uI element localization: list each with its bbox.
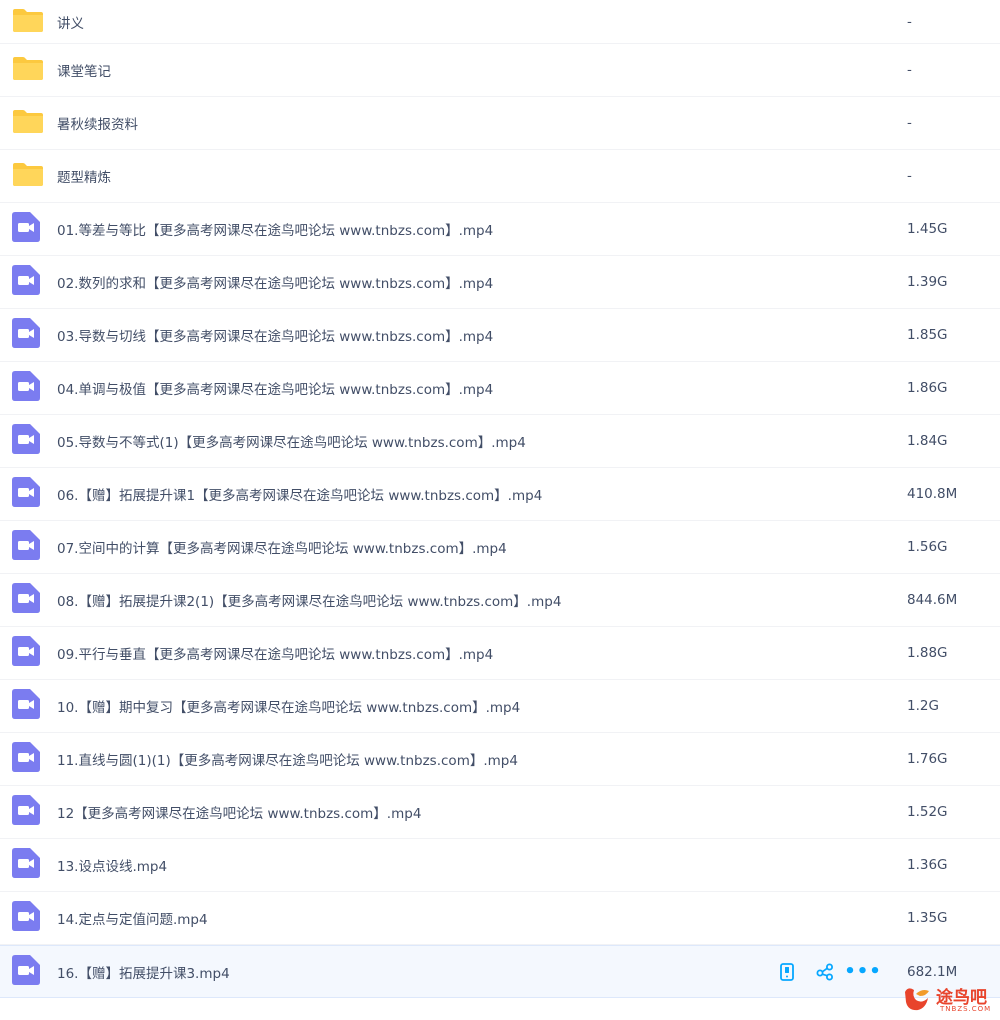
file-row[interactable]: 11.直线与圆(1)(1)【更多高考网课尽在途鸟吧论坛 www.tnbzs.co… [0, 733, 1000, 786]
video-file-icon [12, 795, 40, 829]
file-size: 1.86G [907, 380, 948, 396]
file-size: - [907, 13, 912, 30]
file-list: 讲义 - 课堂笔记 - 暑秋续报资料 - 题型精炼 - 01.等差与等比【更多高考网课尽在途鸟吧… [0, 0, 1000, 998]
file-name[interactable]: 13.设点设线.mp4 [57, 855, 167, 875]
file-size: 1.36G [907, 857, 948, 873]
file-size: 410.8M [907, 486, 958, 502]
file-name[interactable]: 09.平行与垂直【更多高考网课尽在途鸟吧论坛 www.tnbzs.com】.mp… [57, 643, 493, 663]
file-name[interactable]: 讲义 [57, 12, 84, 32]
watermark-subtext: TNBZS.COM [940, 1005, 992, 1013]
file-name[interactable]: 01.等差与等比【更多高考网课尽在途鸟吧论坛 www.tnbzs.com】.mp… [57, 219, 493, 239]
video-file-icon [12, 901, 40, 935]
file-row[interactable]: 16.【赠】拓展提升课3.mp4 ••• 682.1M [0, 945, 1000, 998]
file-row[interactable]: 08.【赠】拓展提升课2(1)【更多高考网课尽在途鸟吧论坛 www.tnbzs.… [0, 574, 1000, 627]
file-size: 1.35G [907, 910, 948, 926]
file-size: 1.45G [907, 221, 948, 237]
watermark-bird-icon [905, 988, 929, 1011]
file-row[interactable]: 12【更多高考网课尽在途鸟吧论坛 www.tnbzs.com】.mp4 1.52G [0, 786, 1000, 839]
file-size: 844.6M [907, 592, 958, 608]
file-name[interactable]: 题型精炼 [57, 166, 111, 186]
file-size: - [907, 115, 912, 131]
video-file-icon [12, 477, 40, 511]
watermark-logo: 途鸟吧 TNBZS.COM [902, 982, 998, 1016]
more-icon[interactable]: ••• [844, 961, 881, 983]
video-file-icon [12, 689, 40, 723]
folder-icon [12, 108, 44, 138]
video-file-icon [12, 371, 40, 405]
file-size: - [907, 168, 912, 184]
file-row[interactable]: 09.平行与垂直【更多高考网课尽在途鸟吧论坛 www.tnbzs.com】.mp… [0, 627, 1000, 680]
video-file-icon [12, 742, 40, 776]
file-name[interactable]: 05.导数与不等式(1)【更多高考网课尽在途鸟吧论坛 www.tnbzs.com… [57, 431, 526, 451]
file-name[interactable]: 02.数列的求和【更多高考网课尽在途鸟吧论坛 www.tnbzs.com】.mp… [57, 272, 493, 292]
file-row[interactable]: 01.等差与等比【更多高考网课尽在途鸟吧论坛 www.tnbzs.com】.mp… [0, 203, 1000, 256]
file-name[interactable]: 08.【赠】拓展提升课2(1)【更多高考网课尽在途鸟吧论坛 www.tnbzs.… [57, 590, 561, 610]
folder-row[interactable]: 题型精炼 - [0, 150, 1000, 203]
video-file-icon [12, 265, 40, 299]
file-size: 1.84G [907, 433, 948, 449]
share-icon[interactable] [814, 961, 836, 983]
file-row[interactable]: 07.空间中的计算【更多高考网课尽在途鸟吧论坛 www.tnbzs.com】.m… [0, 521, 1000, 574]
video-file-icon [12, 424, 40, 458]
file-row[interactable]: 10.【赠】期中复习【更多高考网课尽在途鸟吧论坛 www.tnbzs.com】.… [0, 680, 1000, 733]
phone-icon[interactable] [776, 961, 798, 983]
file-name[interactable]: 12【更多高考网课尽在途鸟吧论坛 www.tnbzs.com】.mp4 [57, 802, 421, 822]
file-row[interactable]: 05.导数与不等式(1)【更多高考网课尽在途鸟吧论坛 www.tnbzs.com… [0, 415, 1000, 468]
folder-icon [12, 161, 44, 191]
video-file-icon [12, 848, 40, 882]
file-size: 1.76G [907, 751, 948, 767]
file-name[interactable]: 14.定点与定值问题.mp4 [57, 908, 208, 928]
file-name[interactable]: 07.空间中的计算【更多高考网课尽在途鸟吧论坛 www.tnbzs.com】.m… [57, 537, 507, 557]
folder-row[interactable]: 暑秋续报资料 - [0, 97, 1000, 150]
video-file-icon [12, 583, 40, 617]
file-row[interactable]: 03.导数与切线【更多高考网课尽在途鸟吧论坛 www.tnbzs.com】.mp… [0, 309, 1000, 362]
video-file-icon [12, 636, 40, 670]
file-row[interactable]: 04.单调与极值【更多高考网课尽在途鸟吧论坛 www.tnbzs.com】.mp… [0, 362, 1000, 415]
file-size: - [907, 62, 912, 78]
folder-row[interactable]: 课堂笔记 - [0, 44, 1000, 97]
file-name[interactable]: 16.【赠】拓展提升课3.mp4 [57, 962, 230, 982]
video-file-icon [12, 530, 40, 564]
file-size: 682.1M [907, 963, 958, 980]
video-file-icon [12, 318, 40, 352]
file-row[interactable]: 14.定点与定值问题.mp4 1.35G [0, 892, 1000, 945]
file-size: 1.39G [907, 274, 948, 290]
file-name[interactable]: 10.【赠】期中复习【更多高考网课尽在途鸟吧论坛 www.tnbzs.com】.… [57, 696, 520, 716]
file-name[interactable]: 04.单调与极值【更多高考网课尽在途鸟吧论坛 www.tnbzs.com】.mp… [57, 378, 493, 398]
video-file-icon [12, 954, 40, 989]
file-size: 1.85G [907, 327, 948, 343]
file-size: 1.2G [907, 698, 939, 714]
file-row[interactable]: 02.数列的求和【更多高考网课尽在途鸟吧论坛 www.tnbzs.com】.mp… [0, 256, 1000, 309]
video-file-icon [12, 212, 40, 246]
file-row[interactable]: 13.设点设线.mp4 1.36G [0, 839, 1000, 892]
file-size: 1.88G [907, 645, 948, 661]
file-name[interactable]: 暑秋续报资料 [57, 113, 138, 133]
file-size: 1.52G [907, 804, 948, 820]
file-size: 1.56G [907, 539, 948, 555]
row-actions: ••• [776, 961, 890, 983]
file-row[interactable]: 06.【赠】拓展提升课1【更多高考网课尽在途鸟吧论坛 www.tnbzs.com… [0, 468, 1000, 521]
file-name[interactable]: 课堂笔记 [57, 60, 111, 80]
folder-icon [12, 55, 44, 85]
file-name[interactable]: 06.【赠】拓展提升课1【更多高考网课尽在途鸟吧论坛 www.tnbzs.com… [57, 484, 542, 504]
folder-row[interactable]: 讲义 - [0, 0, 1000, 44]
file-name[interactable]: 11.直线与圆(1)(1)【更多高考网课尽在途鸟吧论坛 www.tnbzs.co… [57, 749, 518, 769]
folder-icon [12, 7, 44, 37]
file-name[interactable]: 03.导数与切线【更多高考网课尽在途鸟吧论坛 www.tnbzs.com】.mp… [57, 325, 493, 345]
